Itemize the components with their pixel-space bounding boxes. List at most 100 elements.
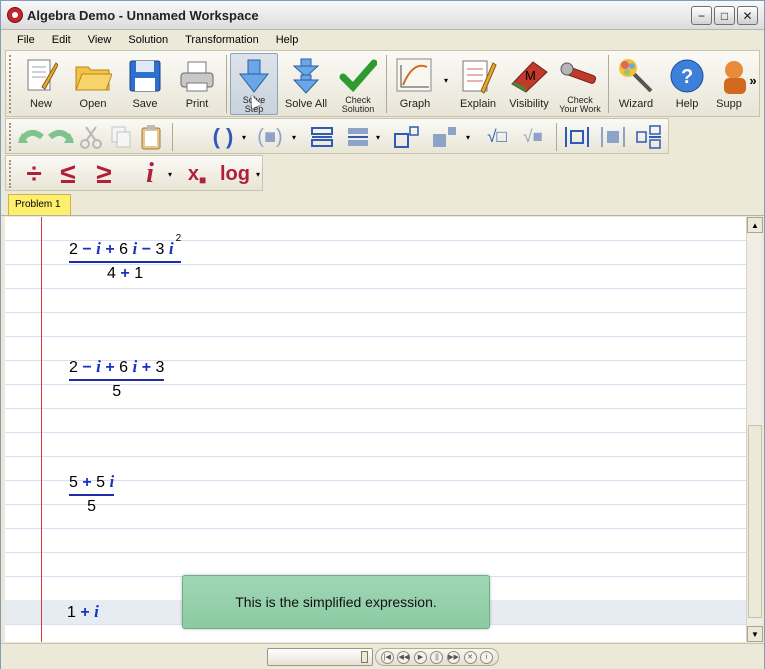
- scroll-up-icon[interactable]: ▲: [747, 217, 763, 233]
- menu-solution[interactable]: Solution: [120, 34, 177, 46]
- playback-slider-thumb[interactable]: [361, 651, 368, 663]
- wrench-icon: [560, 56, 600, 96]
- stack-lines-icon[interactable]: [308, 123, 336, 151]
- minimize-button[interactable]: −: [691, 6, 712, 25]
- new-button[interactable]: New: [18, 53, 64, 115]
- down-arrow-icon: [234, 57, 274, 96]
- redo-icon[interactable]: [48, 123, 74, 151]
- divide-icon[interactable]: ÷: [20, 158, 48, 189]
- mixed-number-icon[interactable]: [634, 123, 664, 151]
- vertical-scrollbar[interactable]: ▲ ▼: [746, 217, 763, 642]
- pause-icon[interactable]: ||: [430, 650, 444, 664]
- imaginary-dropdown-icon[interactable]: ▾: [166, 160, 174, 188]
- imaginary-unit: i: [168, 239, 174, 258]
- edit-toolbar: ( ) ▾ (■) ▾ ▾ ▾ √□ √■: [5, 118, 669, 154]
- save-button[interactable]: Save: [122, 53, 168, 115]
- step-2-numerator: 2 − i + 6 i + 3: [69, 357, 164, 377]
- less-equal-icon[interactable]: ≤: [54, 158, 82, 189]
- explanation-tooltip: This is the simplified expression.: [182, 575, 490, 629]
- checkmark-icon: [338, 56, 378, 96]
- undo-icon[interactable]: [18, 123, 44, 151]
- menu-view[interactable]: View: [80, 34, 121, 46]
- step-3-fraction[interactable]: 5 + 5 i 5: [69, 472, 115, 516]
- first-step-icon[interactable]: |◀: [380, 650, 394, 664]
- copy-icon[interactable]: [108, 123, 134, 151]
- help-button[interactable]: ? Help: [664, 53, 710, 115]
- absolute-value-icon[interactable]: [562, 123, 592, 151]
- menu-transformation[interactable]: Transformation: [177, 34, 268, 46]
- greater-equal-icon[interactable]: ≥: [90, 158, 118, 189]
- maximize-button[interactable]: □: [714, 6, 735, 25]
- step-4-result[interactable]: 1 + i: [67, 602, 99, 622]
- superscript-filled-icon[interactable]: [430, 123, 458, 151]
- root-icon[interactable]: √□: [482, 123, 512, 151]
- status-bar: |◀ ◀◀ ▶ || ▶▶ ✕ i: [1, 643, 764, 669]
- log-dropdown-icon[interactable]: ▾: [254, 160, 262, 188]
- subscript-icon[interactable]: x ■: [182, 160, 212, 188]
- save-label: Save: [132, 98, 158, 110]
- info-icon[interactable]: i: [480, 650, 494, 664]
- menu-bar: File Edit View Solution Transformation H…: [1, 30, 764, 49]
- playback-controls: |◀ ◀◀ ▶ || ▶▶ ✕ i: [375, 648, 499, 666]
- solve-all-label: Solve All: [284, 98, 328, 110]
- superscript-box-icon[interactable]: [392, 123, 420, 151]
- visibility-button[interactable]: M Visibility: [504, 53, 554, 115]
- main-toolbar: New Open Save Print Solve Step Solve All…: [5, 50, 760, 117]
- support-button[interactable]: Supp: [712, 53, 746, 115]
- parentheses-icon[interactable]: ( ): [206, 123, 240, 151]
- wizard-label: Wizard: [618, 98, 654, 110]
- menu-file[interactable]: File: [9, 34, 44, 46]
- play-icon[interactable]: ▶: [413, 650, 427, 664]
- wizard-button[interactable]: Wizard: [612, 53, 660, 115]
- paste-icon[interactable]: [138, 123, 164, 151]
- tab-problem-1[interactable]: Problem 1: [8, 194, 71, 215]
- check-your-work-label: Check Your Work: [559, 96, 601, 114]
- graph-button[interactable]: Graph: [390, 53, 440, 115]
- explain-button[interactable]: Explain: [454, 53, 502, 115]
- toolbar-grip[interactable]: [9, 123, 14, 151]
- previous-step-icon[interactable]: ◀◀: [397, 650, 411, 664]
- step-2-fraction[interactable]: 2 − i + 6 i + 3 5: [69, 357, 165, 401]
- parentheses-dropdown-icon[interactable]: ▾: [240, 123, 248, 151]
- scroll-down-icon[interactable]: ▼: [747, 626, 763, 642]
- step-2-denominator: 5: [112, 383, 122, 400]
- next-step-icon[interactable]: ▶▶: [447, 650, 461, 664]
- solve-all-button[interactable]: Solve All: [282, 53, 330, 115]
- floppy-disk-icon: [125, 56, 165, 96]
- print-button[interactable]: Print: [174, 53, 220, 115]
- stop-icon[interactable]: ✕: [463, 650, 477, 664]
- open-button[interactable]: Open: [70, 53, 116, 115]
- step-1-fraction[interactable]: 2 − i + 6 i − 3 i2 4 + 1: [69, 233, 182, 283]
- imaginary-unit: i: [94, 602, 99, 621]
- check-your-work-button[interactable]: Check Your Work: [556, 53, 604, 115]
- menu-help[interactable]: Help: [268, 34, 308, 46]
- toolbar-grip[interactable]: [9, 55, 14, 113]
- toolbar-grip[interactable]: [9, 160, 14, 188]
- operator: −: [82, 241, 92, 258]
- check-solution-button[interactable]: Check Solution: [334, 53, 382, 115]
- app-window: Algebra Demo - Unnamed Workspace − □ ✕ F…: [0, 0, 765, 669]
- bracket-dropdown-icon[interactable]: ▾: [290, 123, 298, 151]
- bracket-group-icon[interactable]: (■): [250, 123, 290, 151]
- check-solution-label: Check Solution: [342, 96, 375, 114]
- fraction-layout-icon[interactable]: [344, 123, 372, 151]
- scrollbar-thumb[interactable]: [748, 425, 762, 618]
- graph-dropdown-icon[interactable]: ▾: [442, 75, 450, 85]
- absolute-value-filled-icon[interactable]: [598, 123, 628, 151]
- nth-root-icon[interactable]: √■: [518, 123, 548, 151]
- step-3-numerator: 5 + 5 i: [69, 472, 114, 492]
- superscript-dropdown-icon[interactable]: ▾: [464, 123, 472, 151]
- playback-slider[interactable]: [267, 648, 373, 666]
- svg-text:?: ?: [681, 66, 693, 88]
- imaginary-i-icon[interactable]: i: [138, 158, 162, 189]
- help-label: Help: [675, 98, 699, 110]
- fraction-dropdown-icon[interactable]: ▾: [374, 123, 382, 151]
- menu-edit[interactable]: Edit: [44, 34, 80, 46]
- fraction-bar: [69, 494, 115, 496]
- toolbar-overflow-icon[interactable]: »: [748, 73, 758, 88]
- log-icon[interactable]: log: [218, 160, 252, 188]
- close-button[interactable]: ✕: [737, 6, 758, 25]
- cut-icon[interactable]: [78, 123, 104, 151]
- printer-icon: [177, 56, 217, 96]
- graph-icon: [395, 56, 435, 96]
